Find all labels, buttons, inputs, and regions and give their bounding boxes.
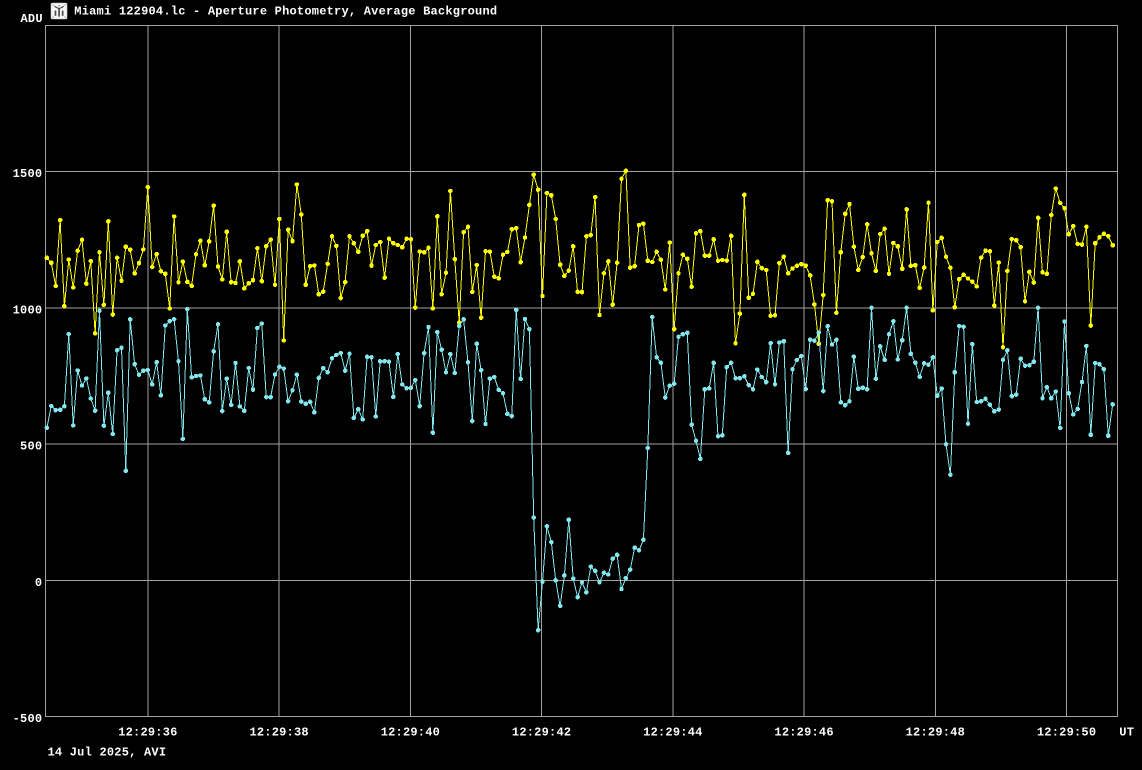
- svg-text:UT: UT: [1119, 725, 1134, 739]
- svg-text:12:29:50: 12:29:50: [1037, 725, 1096, 739]
- svg-text:12:29:40: 12:29:40: [381, 725, 440, 739]
- svg-text:12:29:48: 12:29:48: [906, 725, 965, 739]
- svg-text:Miami 122904.lc - Aperture Pho: Miami 122904.lc - Aperture Photometry, A…: [74, 5, 497, 19]
- svg-text:12:29:44: 12:29:44: [643, 725, 702, 739]
- svg-text:12:29:46: 12:29:46: [774, 725, 833, 739]
- svg-text:500: 500: [20, 440, 42, 454]
- svg-text:12:29:42: 12:29:42: [512, 725, 571, 739]
- svg-text:1000: 1000: [13, 303, 43, 317]
- svg-text:14 Jul 2025, AVI: 14 Jul 2025, AVI: [48, 745, 167, 759]
- svg-text:12:29:36: 12:29:36: [118, 725, 177, 739]
- svg-text:ADU: ADU: [21, 12, 43, 26]
- svg-text:0: 0: [35, 576, 42, 590]
- svg-text:-500: -500: [13, 712, 43, 726]
- svg-text:12:29:38: 12:29:38: [249, 725, 308, 739]
- svg-text:1500: 1500: [13, 167, 43, 181]
